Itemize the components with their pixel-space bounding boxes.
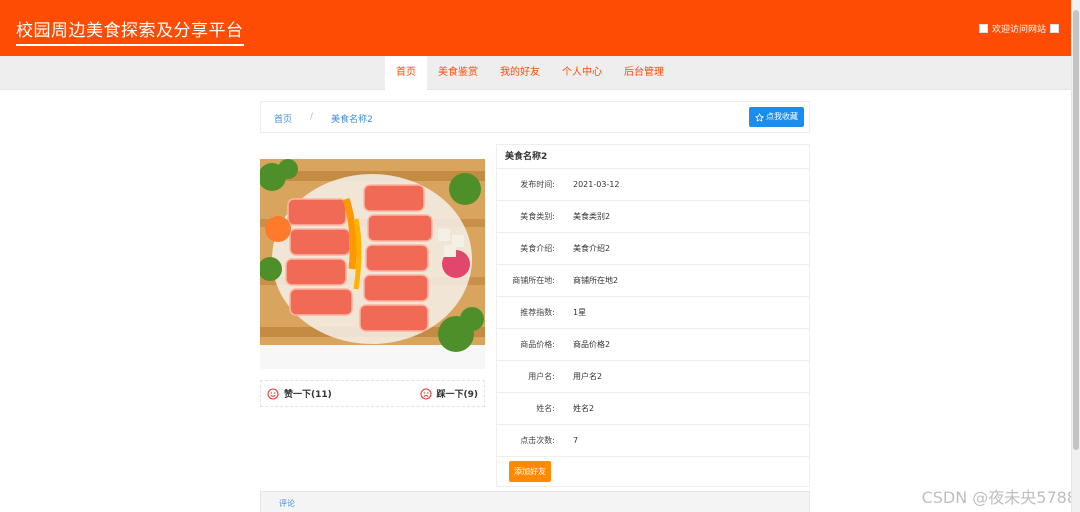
checkbox-left[interactable] bbox=[978, 24, 988, 33]
dislike-label: 踩一下(9) bbox=[436, 390, 479, 400]
detail-value: 美食介绍2 bbox=[573, 244, 611, 253]
food-details-table: 美食名称2 发布时间: 2021-03-12 美食类别: 美食类别2 美食介绍:… bbox=[496, 144, 810, 487]
breadcrumb: 首页 / 美食名称2 bbox=[274, 112, 373, 125]
detail-label: 用户名: bbox=[528, 372, 555, 381]
detail-row-category: 美食类别: 美食类别2 bbox=[497, 201, 809, 233]
like-button[interactable]: 赞一下(11) bbox=[267, 387, 332, 400]
favorite-button[interactable]: 点我收藏 bbox=[749, 107, 804, 127]
detail-label: 商铺所在地: bbox=[512, 276, 555, 285]
detail-label: 姓名: bbox=[536, 404, 555, 413]
frown-icon bbox=[419, 387, 432, 400]
scrollbar-thumb[interactable] bbox=[1073, 10, 1079, 450]
top-header: 校园周边美食探索及分享平台 欢迎访问网站 bbox=[0, 0, 1071, 56]
vote-bar: 赞一下(11) 踩一下(9) bbox=[260, 380, 485, 407]
detail-label: 商品价格: bbox=[520, 340, 555, 349]
nav-item-food-appreciation[interactable]: 美食鉴赏 bbox=[427, 56, 489, 90]
welcome-text: 欢迎访问网站 bbox=[991, 25, 1046, 35]
detail-value: 1星 bbox=[573, 308, 587, 317]
detail-value: 2021-03-12 bbox=[573, 180, 620, 189]
like-label: 赞一下(11) bbox=[284, 390, 332, 400]
dislike-button[interactable]: 踩一下(9) bbox=[419, 387, 479, 400]
star-icon bbox=[755, 112, 764, 121]
breadcrumb-bar: 首页 / 美食名称2 点我收藏 bbox=[260, 101, 810, 133]
detail-row-shop-location: 商铺所在地: 商铺所在地2 bbox=[497, 265, 809, 297]
detail-label: 发布时间: bbox=[520, 180, 555, 189]
detail-actions: 添加好友 bbox=[497, 457, 809, 486]
vertical-scrollbar[interactable] bbox=[1071, 0, 1080, 512]
detail-row-username: 用户名: 用户名2 bbox=[497, 361, 809, 393]
nav-item-my-friends[interactable]: 我的好友 bbox=[489, 56, 551, 90]
nav-item-admin[interactable]: 后台管理 bbox=[613, 56, 675, 90]
tab-comments[interactable]: 评论 bbox=[279, 498, 295, 509]
favorite-label: 点我收藏 bbox=[766, 112, 798, 121]
comment-section-header: 评论 bbox=[260, 491, 810, 512]
detail-value: 7 bbox=[573, 436, 579, 445]
watermark: CSDN @夜未央5788 bbox=[921, 488, 1077, 507]
nav-item-personal-center[interactable]: 个人中心 bbox=[551, 56, 613, 90]
detail-row-introduction: 美食介绍: 美食介绍2 bbox=[497, 233, 809, 265]
breadcrumb-separator: / bbox=[310, 112, 314, 122]
nav-item-home[interactable]: 首页 bbox=[385, 56, 427, 90]
food-image bbox=[260, 159, 485, 369]
detail-row-name: 姓名: 姓名2 bbox=[497, 393, 809, 425]
add-friend-button[interactable]: 添加好友 bbox=[509, 461, 551, 482]
detail-label: 推荐指数: bbox=[520, 308, 555, 317]
detail-label: 美食类别: bbox=[520, 212, 555, 221]
site-title[interactable]: 校园周边美食探索及分享平台 bbox=[16, 16, 244, 46]
detail-value: 商品价格2 bbox=[573, 340, 611, 349]
detail-label: 点击次数: bbox=[520, 436, 555, 445]
breadcrumb-current[interactable]: 美食名称2 bbox=[331, 112, 373, 125]
detail-row-rating: 推荐指数: 1星 bbox=[497, 297, 809, 329]
detail-row-price: 商品价格: 商品价格2 bbox=[497, 329, 809, 361]
detail-value: 美食类别2 bbox=[573, 212, 611, 221]
welcome-area: 欢迎访问网站 bbox=[978, 22, 1059, 35]
main-nav: 首页 美食鉴赏 我的好友 个人中心 后台管理 bbox=[0, 56, 1071, 90]
detail-value: 商铺所在地2 bbox=[573, 276, 619, 285]
detail-row-publish-time: 发布时间: 2021-03-12 bbox=[497, 169, 809, 201]
detail-value: 用户名2 bbox=[573, 372, 603, 381]
smile-icon bbox=[267, 387, 279, 400]
breadcrumb-home[interactable]: 首页 bbox=[274, 112, 292, 125]
detail-row-click-count: 点击次数: 7 bbox=[497, 425, 809, 457]
detail-label: 美食介绍: bbox=[520, 244, 555, 253]
detail-value: 姓名2 bbox=[573, 404, 595, 413]
food-title: 美食名称2 bbox=[497, 145, 809, 169]
checkbox-right[interactable] bbox=[1050, 24, 1059, 33]
